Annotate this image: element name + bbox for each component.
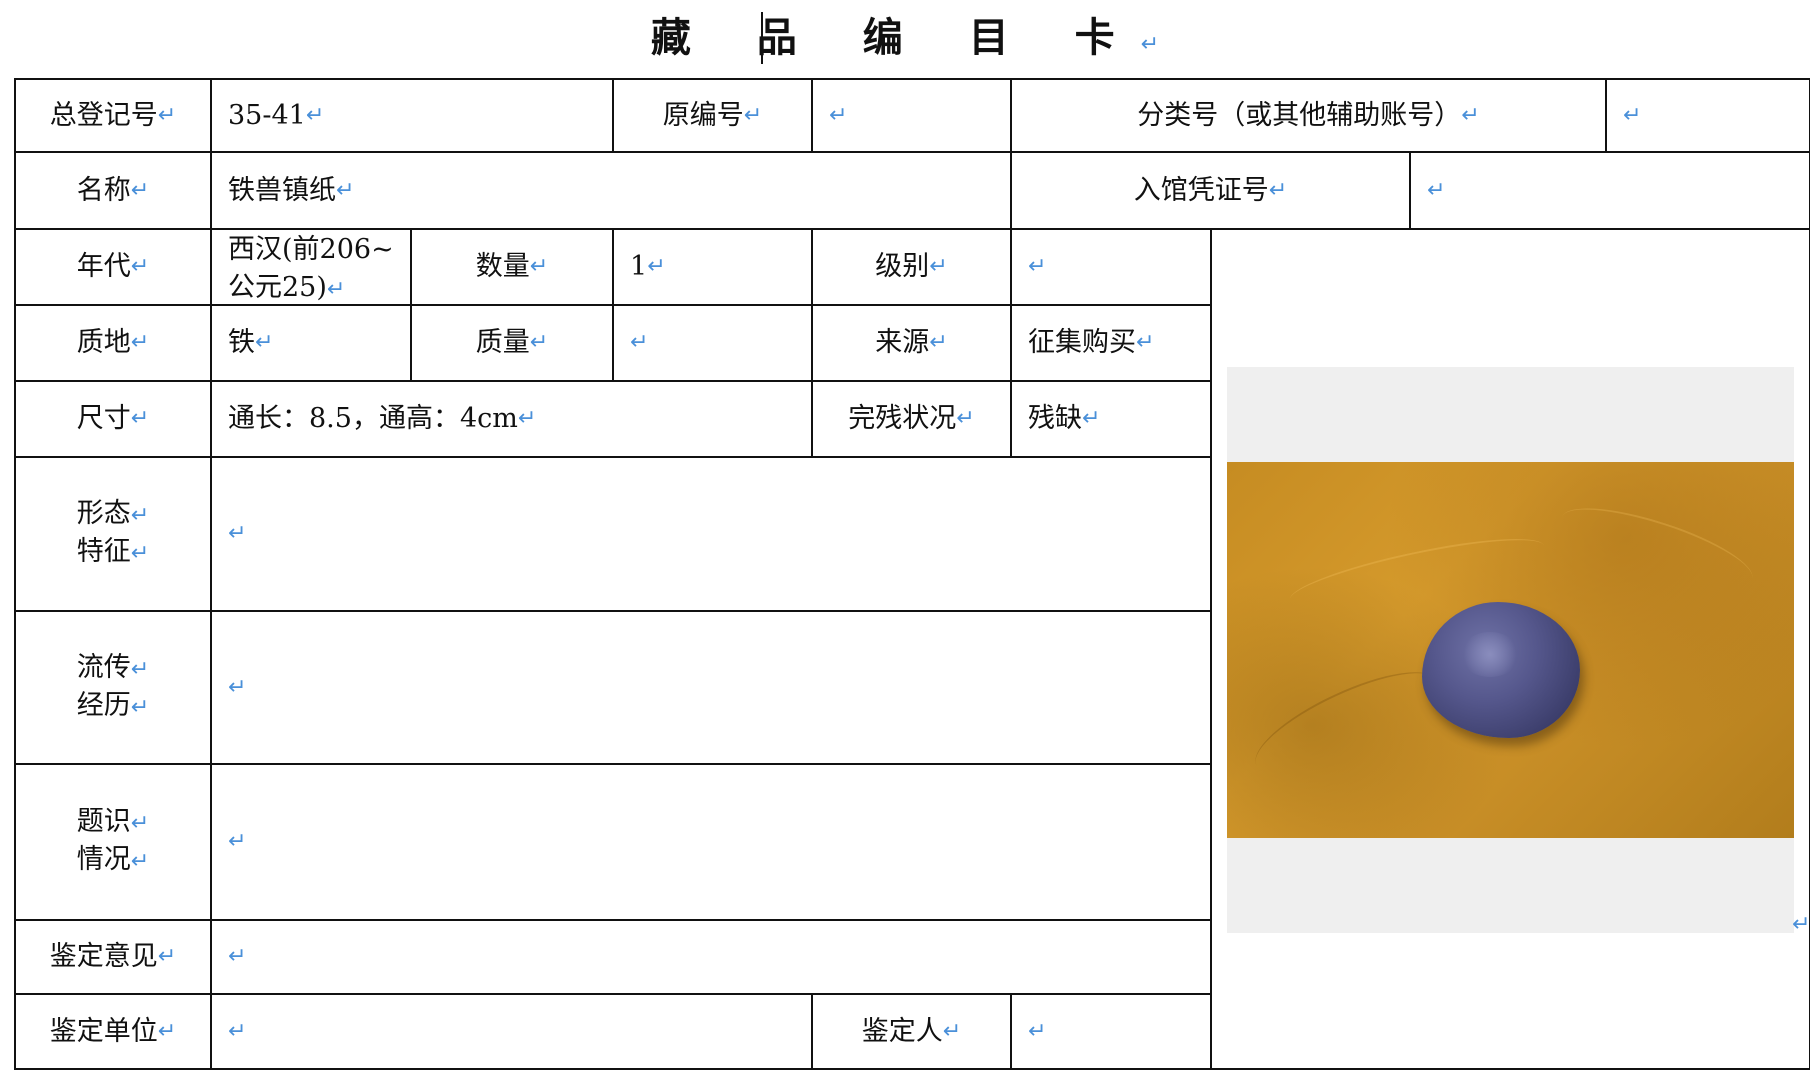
field-morphology[interactable]: ↵ (212, 458, 1210, 610)
era-line-1: 西汉(前206~ (228, 234, 394, 265)
label-condition: 完残状况 ↵ (813, 382, 1010, 456)
paragraph-mark-icon: ↵ (929, 254, 948, 279)
label-source: 来源 ↵ (813, 306, 1010, 380)
label-appraisal-opinion: 鉴定意见 ↵ (16, 921, 210, 993)
paragraph-mark-icon: ↵ (1792, 912, 1810, 937)
field-source[interactable]: 征集购买 ↵ (1012, 306, 1210, 380)
field-appraisal-unit[interactable]: ↵ (212, 995, 811, 1068)
field-era[interactable]: 西汉(前206~ 公元25)↵ (212, 228, 410, 304)
field-dimensions[interactable]: 通长：8.5，通高：4cm ↵ (212, 382, 811, 456)
paragraph-mark-icon: ↵ (529, 330, 549, 355)
field-mass[interactable]: ↵ (614, 306, 811, 380)
field-quantity[interactable]: 1 ↵ (614, 230, 811, 304)
label-era: 年代 ↵ (16, 230, 210, 304)
artifact-photo-frame[interactable] (1227, 367, 1794, 933)
paragraph-mark-icon: ↵ (1427, 177, 1446, 203)
paragraph-mark-icon: ↵ (630, 330, 649, 355)
label-quantity: 数量 ↵ (412, 230, 612, 304)
paragraph-mark-icon: ↵ (336, 177, 355, 203)
field-original-no[interactable]: ↵ (813, 80, 1010, 151)
field-material[interactable]: 铁 ↵ (212, 306, 410, 380)
paragraph-mark-icon: ↵ (1082, 406, 1101, 431)
paragraph-mark-icon: ↵ (228, 674, 247, 700)
paragraph-mark-icon: ↵ (130, 254, 150, 279)
label-appraisal-unit: 鉴定单位 ↵ (16, 995, 210, 1068)
field-inscriptions[interactable]: ↵ (212, 765, 1210, 919)
field-appraisal-opinion[interactable]: ↵ (212, 921, 1210, 993)
paragraph-mark-icon: ↵ (647, 254, 666, 279)
paragraph-mark-icon: ↵ (228, 521, 247, 546)
cloth-fold (1243, 652, 1451, 794)
paragraph-mark-icon: ↵ (130, 177, 150, 203)
paragraph-mark-icon: ↵ (1461, 102, 1480, 128)
paragraph-mark-icon: ↵ (130, 656, 150, 682)
paragraph-mark-icon: ↵ (157, 102, 177, 128)
paragraph-mark-icon: ↵ (130, 811, 150, 836)
label-classification-no: 分类号（或其他辅助账号） ↵ (1012, 80, 1605, 151)
paragraph-mark-icon: ↵ (305, 102, 325, 128)
paragraph-mark-icon: ↵ (228, 829, 247, 854)
label-entry-voucher-no: 入馆凭证号 ↵ (1012, 153, 1409, 228)
field-level[interactable]: ↵ (1012, 230, 1210, 304)
field-provenance[interactable]: ↵ (212, 612, 1210, 763)
label-name: 名称 ↵ (16, 153, 210, 228)
field-entry-voucher-no[interactable]: ↵ (1411, 153, 1809, 228)
text-cursor (761, 12, 763, 64)
era-line-2: 公元25)↵ (228, 272, 346, 303)
paragraph-mark-icon: ↵ (929, 330, 948, 355)
card-title-text: 藏 品 编 目 卡 (650, 15, 1141, 61)
label-mass: 质量 ↵ (412, 306, 612, 380)
paragraph-mark-icon: ↵ (326, 277, 346, 302)
label-dimensions: 尺寸 ↵ (16, 382, 210, 456)
paragraph-mark-icon: ↵ (130, 406, 150, 431)
paragraph-mark-icon: ↵ (228, 1018, 247, 1044)
label-appraiser: 鉴定人 ↵ (813, 995, 1010, 1068)
paragraph-mark-icon: ↵ (130, 849, 150, 874)
paragraph-mark-icon: ↵ (1268, 177, 1288, 203)
label-total-register-no: 总登记号 ↵ (16, 80, 210, 151)
label-original-no: 原编号 ↵ (614, 80, 811, 151)
artifact-photo (1227, 462, 1794, 838)
field-condition[interactable]: 残缺 ↵ (1012, 382, 1210, 456)
paragraph-mark-icon: ↵ (743, 102, 763, 128)
paragraph-mark-icon: ↵ (130, 503, 150, 528)
paragraph-mark-icon: ↵ (157, 1018, 177, 1044)
field-appraiser[interactable]: ↵ (1012, 995, 1210, 1068)
paragraph-mark-icon: ↵ (956, 406, 975, 431)
paragraph-mark-icon: ↵ (130, 541, 150, 566)
paragraph-mark-icon: ↵ (130, 694, 150, 720)
paragraph-mark-icon: ↵ (829, 102, 848, 128)
paragraph-mark-icon: ↵ (1028, 254, 1047, 279)
label-inscriptions: 题识↵ 情况↵ (76, 806, 150, 875)
paragraph-mark-icon: ↵ (255, 330, 274, 355)
paragraph-mark-icon: ↵ (157, 944, 177, 969)
field-total-register-no[interactable]: 35-41 ↵ (212, 80, 612, 151)
label-material: 质地 ↵ (16, 306, 210, 380)
paragraph-mark-icon: ↵ (1623, 102, 1642, 128)
label-level: 级别 ↵ (813, 230, 1010, 304)
paragraph-mark-icon: ↵ (517, 406, 537, 431)
paragraph-mark-icon: ↵ (228, 944, 247, 969)
paragraph-mark-icon: ↵ (529, 254, 549, 279)
grid-line (14, 1068, 1810, 1070)
field-name[interactable]: 铁兽镇纸 ↵ (212, 153, 1010, 228)
iron-paperweight-object (1422, 602, 1580, 738)
card-title: 藏 品 编 目 卡↵ (0, 6, 1810, 77)
grid-line (1210, 228, 1212, 1070)
paragraph-mark-icon: ↵ (1136, 330, 1155, 355)
cloth-fold (1553, 492, 1761, 604)
paragraph-mark-icon: ↵ (1028, 1018, 1047, 1044)
paragraph-mark-icon: ↵ (942, 1018, 962, 1044)
paragraph-mark-icon: ↵ (130, 330, 150, 355)
label-provenance: 流传↵ 经历↵ (76, 651, 150, 721)
label-morphology: 形态↵ 特征↵ (76, 498, 150, 567)
field-classification-no[interactable]: ↵ (1607, 80, 1809, 151)
paragraph-mark-icon: ↵ (1140, 32, 1160, 57)
